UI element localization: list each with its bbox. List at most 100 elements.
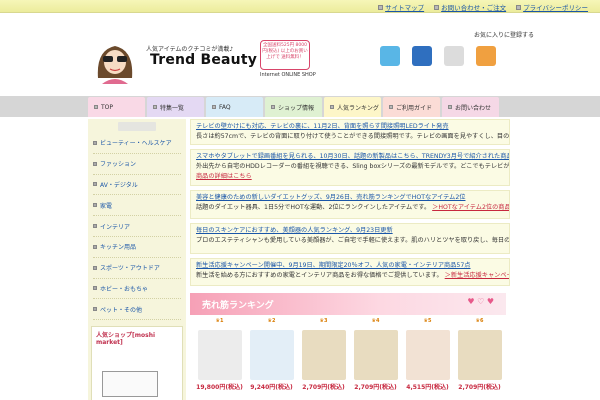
- product-price: 2,709円(税込): [302, 384, 345, 391]
- sidebar-item[interactable]: ホビー・おもちゃ: [93, 279, 181, 300]
- news-item: テレビの壁かけにも対応、テレビの裏に、11月2日、背面を照らす間接照明LEDライ…: [190, 119, 510, 145]
- bullet-icon: [93, 182, 97, 187]
- crown-rank-icon: ♛2: [267, 318, 276, 324]
- news-detail-link[interactable]: 商品の詳細はこちら: [196, 173, 252, 180]
- sitemap-link[interactable]: サイトマップ: [378, 2, 424, 12]
- news-item: 新生活応援キャンペーン開催中、9月19日、期間限定20％オフ、人気の家電・インテ…: [190, 258, 510, 286]
- bullet-icon: [93, 140, 97, 145]
- product-price: 9,240円(税込): [250, 384, 293, 391]
- news-title-link[interactable]: テレビの壁かけにも対応、テレビの裏に、11月2日、背面を照らす間接照明LEDライ…: [196, 122, 504, 132]
- product-image[interactable]: [249, 330, 294, 380]
- product-image[interactable]: [197, 330, 242, 380]
- site-logo[interactable]: 人気アイテムのクチコミが満載♪ Trend Beauty 全国送料525円 80…: [88, 38, 320, 86]
- rss-icon[interactable]: [476, 46, 496, 66]
- sidebar: ビューティー・ヘルスケア ファッション AV・デジタル 家電インテリア キッチン用品スポ…: [88, 119, 186, 400]
- news-body: 外出先から自宅のHDDレコーダーの番組を視聴できる、Sling boxシリーズの…: [196, 162, 509, 172]
- nav-tab-label: 人気ランキング: [337, 104, 379, 112]
- ranking-product[interactable]: ♛1 19,800円(税込): [196, 318, 243, 391]
- bullet-icon: [93, 161, 97, 166]
- bullet-icon: [448, 105, 452, 109]
- product-price: 2,709円(税込): [354, 384, 397, 391]
- mail-icon[interactable]: [444, 46, 464, 66]
- nav-tab-4[interactable]: ショップ情報: [265, 97, 322, 117]
- bullet-icon: [93, 224, 97, 229]
- sidebar-item[interactable]: インテリア: [93, 216, 181, 237]
- news-detail-link[interactable]: ＞新生活応援キャンペーンの詳細はこちら: [445, 272, 509, 279]
- news-body: プロのエステティシャンも愛用している美顔器が、ご自宅で手軽に使えます。肌のハリと…: [196, 236, 509, 246]
- news-body-extra: 商品の詳細はこちら: [196, 172, 504, 182]
- crown-rank-icon: ♛6: [475, 318, 484, 324]
- news-body-text: 話題のダイエット器具、1日5分でHOTな運動、2位にランクインしたアイテムです。: [196, 204, 433, 211]
- news-title-link[interactable]: 美容と健康のための新しいダイエットグッズ、9月26日、売れ筋ランキングでHOTな…: [196, 193, 504, 203]
- bullet-icon: [93, 307, 97, 312]
- bullet-icon: [330, 105, 334, 109]
- sidebar-item-label: スポーツ・アウトドア: [100, 265, 160, 273]
- global-nav: TOP 特集一覧 FAQ ショップ情報 人気ランキング ご利用ガイド お問い合わせ: [0, 96, 600, 117]
- sidebar-item[interactable]: キッチン用品: [93, 237, 181, 258]
- nav-tab-2[interactable]: 特集一覧: [147, 97, 204, 117]
- product-image[interactable]: [353, 330, 398, 380]
- nav-tab-label: お問い合わせ: [455, 104, 492, 112]
- nav-tab-label: FAQ: [219, 103, 231, 111]
- nav-tab-6[interactable]: ご利用ガイド: [383, 97, 440, 117]
- sidebar-item[interactable]: スポーツ・アウトドア: [93, 258, 181, 279]
- nav-tab-5[interactable]: 人気ランキング: [324, 97, 381, 117]
- ranking-product[interactable]: ♛3 2,709円(税込): [300, 318, 347, 391]
- ranking-product[interactable]: ♛2 9,240円(税込): [248, 318, 295, 391]
- heart-decoration-icon: ♥ ♡ ♥: [467, 297, 494, 306]
- nav-tab-7[interactable]: お問い合わせ: [442, 97, 499, 117]
- ranking-product[interactable]: ♛5 4,515円(税込): [404, 318, 451, 391]
- nav-tab-label: TOP: [101, 103, 114, 111]
- product-image[interactable]: [405, 330, 450, 380]
- sidebar-item[interactable]: ビューティー・ヘルスケア: [93, 133, 181, 154]
- crown-rank-icon: ♛4: [371, 318, 380, 324]
- bullet-icon: [271, 105, 275, 109]
- product-image[interactable]: [301, 330, 346, 380]
- product-image[interactable]: [457, 330, 502, 380]
- nav-tab-3[interactable]: FAQ: [206, 97, 263, 117]
- nav-tab-label: ご利用ガイド: [396, 104, 433, 112]
- privacy-link[interactable]: プライバシーポリシー: [516, 2, 588, 12]
- ranking-title: 売れ筋ランキング: [202, 300, 274, 311]
- news-detail-link[interactable]: ＞HOTなアイテム2位の商品の詳細はこちら: [432, 204, 509, 211]
- sidebar-item[interactable]: ファッション: [93, 154, 181, 175]
- sidebar-item-label: 家電: [100, 202, 113, 210]
- bookmark-link[interactable]: お気に入りに登録する: [474, 30, 534, 39]
- product-price: 2,709円(税込): [458, 384, 501, 391]
- sidebar-item[interactable]: AV・デジタル: [93, 175, 181, 196]
- sidebar-item[interactable]: ペット・その他: [93, 299, 181, 321]
- product-price: 19,800円(税込): [196, 384, 243, 391]
- top-bar: サイトマップ お問い合わせ・ご注文 プライバシーポリシー: [0, 0, 600, 13]
- ranking-products: ♛1 19,800円(税込) ♛2 9,240円(税込) ♛3 2,709円(税込) ♛4 2…: [196, 318, 503, 391]
- news-body: 話題のダイエット器具、1日5分でHOTな運動、2位にランクインしたアイテムです。…: [196, 203, 509, 213]
- news-item: 毎日のスキンケアにおすすめ、美顔器の人気ランキング、9月23日更新 プロのエステテ…: [190, 223, 510, 254]
- ranking-product[interactable]: ♛4 2,709円(税込): [352, 318, 399, 391]
- sidebar-item[interactable]: 家電: [93, 195, 181, 217]
- bullet-icon: [93, 244, 97, 249]
- ranking-product[interactable]: ♛6 2,709円(税込): [456, 318, 503, 391]
- logo-shop-caption: Internet ONLINE SHOP: [260, 72, 316, 78]
- product-price: 4,515円(税込): [406, 384, 449, 391]
- bullet-icon: [378, 4, 384, 10]
- bullet-icon: [93, 286, 97, 291]
- market-title: 人気ショップ[moshi market]: [96, 332, 156, 346]
- contact-link[interactable]: お問い合わせ・ご注文: [434, 2, 506, 12]
- news-title-link[interactable]: スマホやタブレットで録画番組を見られる、10月30日、話題の新製品はこちら、TR…: [196, 152, 509, 162]
- sidebar-tab-decoration: [118, 122, 156, 131]
- market-banner[interactable]: [102, 371, 158, 397]
- news-body-text: 外出先から自宅のHDDレコーダーの番組を視聴できる、Sling boxシリーズの…: [196, 163, 510, 170]
- twitter-bird-icon[interactable]: [380, 46, 400, 66]
- nav-tab-1[interactable]: TOP: [88, 97, 145, 117]
- sidebar-item-label: AV・デジタル: [100, 181, 138, 189]
- news-title-link[interactable]: 毎日のスキンケアにおすすめ、美顔器の人気ランキング、9月23日更新: [196, 226, 504, 236]
- market-box: 人気ショップ[moshi market]: [91, 326, 183, 400]
- top-link-label: お問い合わせ・ご注文: [441, 4, 507, 12]
- nav-tab-label: ショップ情報: [278, 104, 315, 112]
- sidebar-menu: ビューティー・ヘルスケア ファッション AV・デジタル 家電インテリア キッチン用品スポ…: [93, 133, 181, 321]
- news-body: 新生活を始める方におすすめの家電とインテリア商品をお得な価格でご提供しています。…: [196, 271, 509, 281]
- news-title-link[interactable]: 新生活応援キャンペーン開催中、9月19日、期間限定20％オフ、人気の家電・インテ…: [196, 261, 504, 271]
- bullet-icon: [93, 265, 97, 270]
- bullet-icon: [212, 105, 216, 109]
- sidebar-item-label: ペット・その他: [100, 306, 143, 314]
- hatena-bookmark-icon[interactable]: [412, 46, 432, 66]
